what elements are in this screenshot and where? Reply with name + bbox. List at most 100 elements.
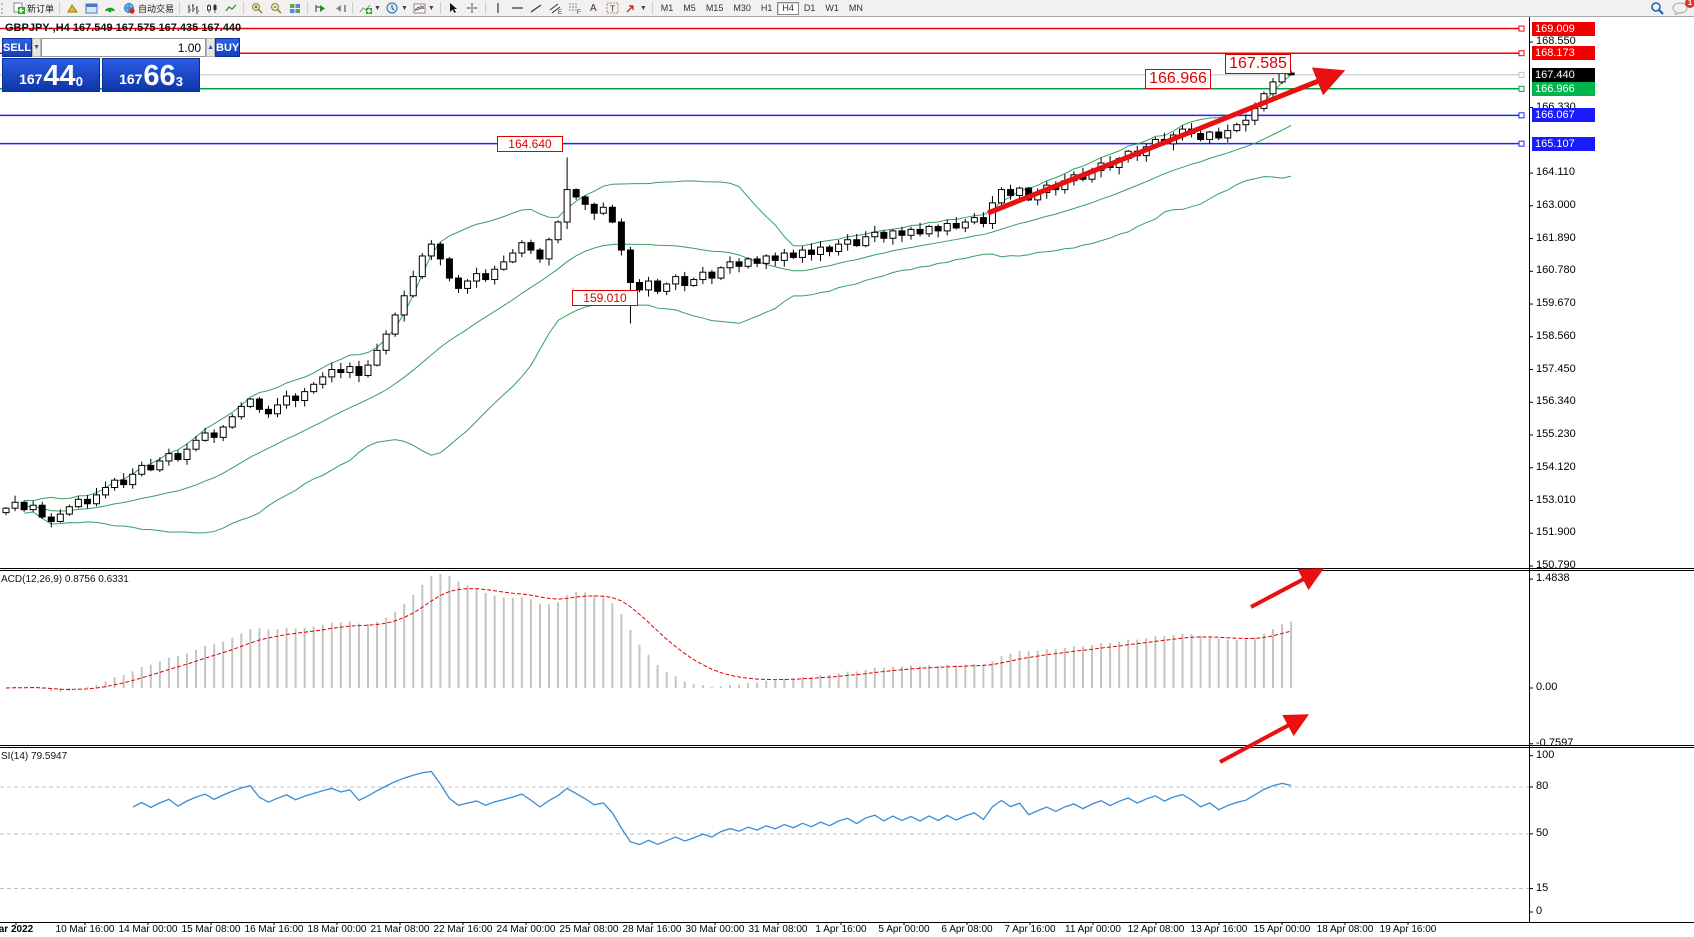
price-annotation[interactable]: 167.585 bbox=[1225, 54, 1291, 74]
equidistant-channel-icon[interactable]: E bbox=[546, 2, 565, 14]
macd-tick-label: 0.00 bbox=[1536, 681, 1557, 693]
text-icon[interactable]: A bbox=[584, 2, 603, 14]
price-line-label[interactable]: 169.009 bbox=[1532, 22, 1595, 36]
trend-arrow-macd[interactable] bbox=[1251, 572, 1317, 607]
price-annotation[interactable]: 166.966 bbox=[1145, 69, 1211, 89]
volume-input[interactable] bbox=[41, 38, 206, 57]
price-line-label[interactable]: 168.173 bbox=[1532, 46, 1595, 60]
autotrading-button[interactable]: 自动交易 bbox=[120, 1, 176, 15]
chart-window[interactable]: 150.790151.900153.010154.120155.230156.3… bbox=[0, 17, 1694, 937]
price-tick-label: 156.340 bbox=[1536, 395, 1576, 407]
price-line-label[interactable]: 167.440 bbox=[1532, 68, 1595, 82]
cursor-icon[interactable] bbox=[444, 2, 463, 14]
template-icon bbox=[412, 2, 427, 14]
macd-signal-line bbox=[6, 589, 1291, 690]
text-label-icon[interactable]: T bbox=[603, 2, 622, 14]
fibonacci-icon[interactable]: F bbox=[565, 2, 584, 14]
time-tick-label: 22 Mar 16:00 bbox=[418, 924, 508, 935]
sell-button[interactable]: SELL bbox=[2, 38, 32, 57]
volume-decrease-button[interactable]: ▼ bbox=[32, 38, 41, 57]
time-tick-label: 18 Apr 08:00 bbox=[1300, 924, 1390, 935]
arrows-tool-button[interactable]: ▼ bbox=[622, 1, 649, 15]
time-tick-label: 5 Apr 00:00 bbox=[859, 924, 949, 935]
zoom-in-icon[interactable] bbox=[247, 2, 266, 14]
timeframe-MN[interactable]: MN bbox=[844, 2, 868, 15]
svg-text:F: F bbox=[577, 10, 581, 14]
candlestick-chart-icon[interactable] bbox=[202, 2, 221, 14]
periods-button[interactable]: ▼ bbox=[383, 1, 410, 15]
sell-price-prefix: 167 bbox=[19, 71, 42, 87]
timeframe-H1[interactable]: H1 bbox=[756, 2, 778, 15]
price-line-label[interactable]: 166.067 bbox=[1532, 108, 1595, 122]
vertical-line-icon[interactable] bbox=[489, 2, 508, 14]
price-tick-label: 160.780 bbox=[1536, 264, 1576, 276]
chart-shift-icon[interactable] bbox=[330, 2, 349, 14]
price-line-label[interactable]: 165.107 bbox=[1532, 137, 1595, 151]
time-tick-label: 30 Mar 00:00 bbox=[670, 924, 760, 935]
rsi-tick-label: 0 bbox=[1536, 905, 1542, 917]
rsi-tick-label: 100 bbox=[1536, 749, 1554, 761]
time-tick-label: 15 Mar 08:00 bbox=[166, 924, 256, 935]
price-tick-label: 159.670 bbox=[1536, 297, 1576, 309]
labels-layer: 150.790151.900153.010154.120155.230156.3… bbox=[0, 17, 1694, 937]
chart-title: GBPJPY-,H4 167.549 167.575 167.435 167.4… bbox=[5, 22, 241, 34]
chevron-down-icon: ▼ bbox=[401, 5, 408, 12]
macd-label: ACD(12,26,9) 0.8756 0.6331 bbox=[1, 574, 129, 585]
time-tick-label: 1 Apr 16:00 bbox=[796, 924, 886, 935]
rsi-label: SI(14) 79.5947 bbox=[1, 751, 67, 762]
price-tick-label: 158.560 bbox=[1536, 330, 1576, 342]
trend-line-icon[interactable] bbox=[527, 2, 546, 14]
time-tick-label: 24 Mar 00:00 bbox=[481, 924, 571, 935]
new-order-button[interactable]: 新订单 bbox=[9, 1, 56, 15]
sell-price-button[interactable]: 167440 bbox=[2, 58, 100, 92]
line-chart-icon[interactable] bbox=[221, 2, 240, 14]
buy-button[interactable]: BUY bbox=[215, 38, 240, 57]
price-line-label[interactable]: 166.966 bbox=[1532, 82, 1595, 96]
notification-badge: 1 bbox=[1685, 0, 1694, 8]
rsi-tick-label: 50 bbox=[1536, 827, 1548, 839]
panel-frame bbox=[0, 17, 1694, 923]
time-tick-label: 16 Mar 16:00 bbox=[229, 924, 319, 935]
macd-tick-label: 1.4838 bbox=[1536, 572, 1570, 584]
timeframe-M5[interactable]: M5 bbox=[678, 2, 701, 15]
signals-icon[interactable] bbox=[101, 2, 120, 14]
auto-scroll-icon[interactable] bbox=[311, 2, 330, 14]
time-tick-label: 21 Mar 08:00 bbox=[355, 924, 445, 935]
price-annotation[interactable]: 159.010 bbox=[572, 290, 638, 306]
indicators-button[interactable]: ▼ bbox=[356, 1, 383, 15]
templates-button[interactable]: ▼ bbox=[410, 1, 437, 15]
chevron-down-icon: ▼ bbox=[374, 5, 381, 12]
timeframe-bar: M1M5M15M30H1H4D1W1MN bbox=[656, 2, 868, 15]
timeframe-M15[interactable]: M15 bbox=[701, 2, 729, 15]
timeframe-H4[interactable]: H4 bbox=[777, 2, 799, 15]
time-tick-label: 31 Mar 08:00 bbox=[733, 924, 823, 935]
buy-price-button[interactable]: 167663 bbox=[102, 58, 200, 92]
timeframe-M1[interactable]: M1 bbox=[656, 2, 679, 15]
price-tick-label: 150.790 bbox=[1536, 559, 1576, 571]
new-chart-icon[interactable] bbox=[82, 2, 101, 14]
trend-arrow-main[interactable] bbox=[988, 74, 1336, 213]
timeframe-W1[interactable]: W1 bbox=[820, 2, 844, 15]
timeframe-M30[interactable]: M30 bbox=[728, 2, 756, 15]
bar-chart-icon[interactable] bbox=[183, 2, 202, 14]
time-tick-label: 19 Apr 16:00 bbox=[1363, 924, 1453, 935]
tile-windows-icon[interactable] bbox=[285, 2, 304, 14]
zoom-out-icon[interactable] bbox=[266, 2, 285, 14]
search-icon[interactable] bbox=[1647, 2, 1666, 14]
volume-increase-button[interactable]: ▲ bbox=[206, 38, 215, 57]
buy-price-big: 66 bbox=[143, 63, 175, 89]
svg-text:T: T bbox=[610, 5, 615, 14]
new-order-icon bbox=[11, 2, 26, 14]
notification-bubble[interactable]: 1 bbox=[1670, 1, 1692, 15]
chart-canvas bbox=[0, 17, 1694, 937]
time-tick-label: 11 Apr 00:00 bbox=[1048, 924, 1138, 935]
horizontal-line-icon[interactable] bbox=[508, 2, 527, 14]
time-tick-label: 28 Mar 16:00 bbox=[607, 924, 697, 935]
price-annotation[interactable]: 164.640 bbox=[497, 136, 563, 152]
trend-arrow-rsi[interactable] bbox=[1220, 718, 1302, 762]
macd-tick-label: -0.7597 bbox=[1536, 737, 1573, 749]
timeframe-D1[interactable]: D1 bbox=[799, 2, 821, 15]
macd-histogram bbox=[6, 574, 1291, 692]
crosshair-icon[interactable] bbox=[463, 2, 482, 14]
metaeditor-icon[interactable] bbox=[63, 2, 82, 14]
